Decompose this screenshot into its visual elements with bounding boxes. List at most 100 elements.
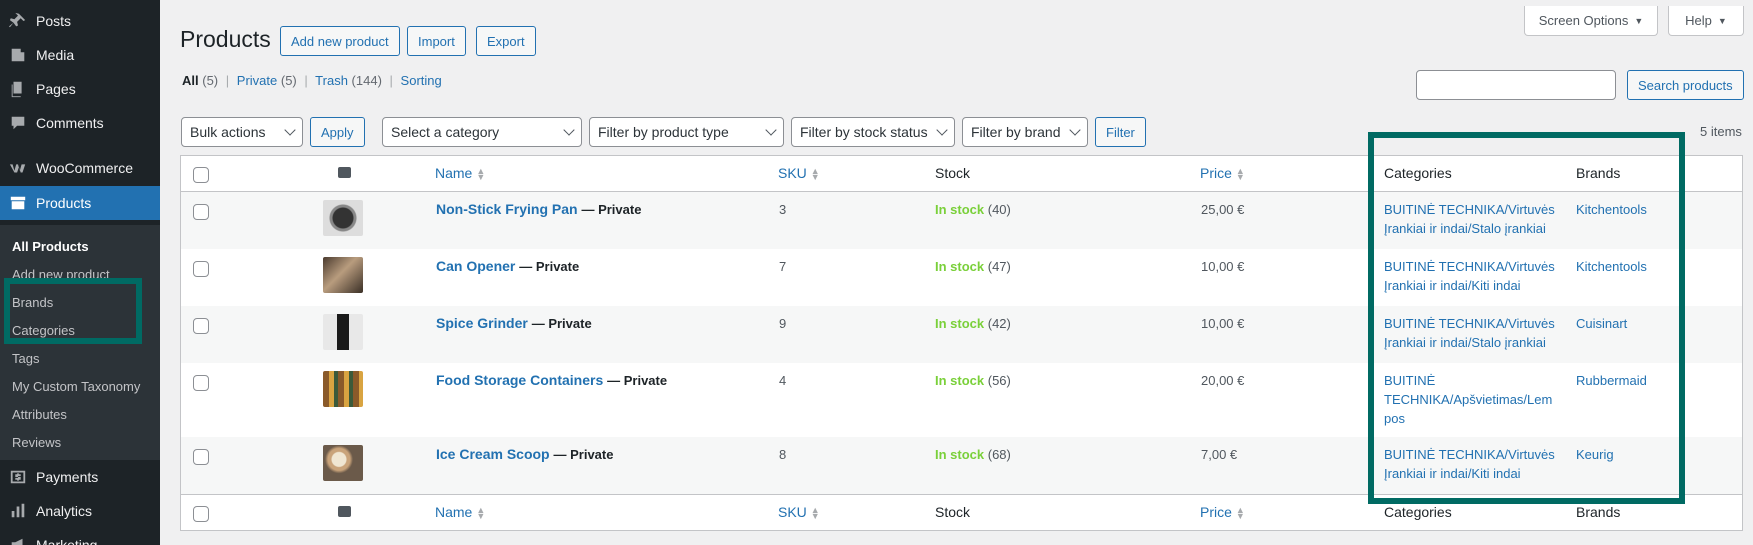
menu-comments[interactable]: Comments bbox=[0, 106, 160, 140]
sku-cell: 3 bbox=[779, 202, 787, 217]
stock-qty: (68) bbox=[987, 447, 1011, 462]
view-all-link[interactable]: All bbox=[182, 73, 199, 88]
chevron-down-icon bbox=[284, 124, 296, 136]
price-cell: 10,00 € bbox=[1201, 259, 1245, 274]
stock-cell: In stock (47) bbox=[935, 259, 1011, 274]
view-all-count: (5) bbox=[202, 73, 219, 88]
product-name-link[interactable]: Spice Grinder — Private bbox=[436, 315, 592, 331]
submenu-reviews[interactable]: Reviews bbox=[12, 435, 61, 450]
caret-down-icon: ▼ bbox=[1634, 15, 1644, 26]
product-thumbnail[interactable] bbox=[323, 371, 363, 407]
menu-pages[interactable]: Pages bbox=[0, 72, 160, 106]
stock-qty: (56) bbox=[987, 373, 1011, 388]
marketing-icon bbox=[0, 536, 36, 545]
annotation-box-columns bbox=[1368, 132, 1685, 504]
submenu-tags[interactable]: Tags bbox=[12, 351, 39, 366]
view-private-count: (5) bbox=[280, 73, 297, 88]
column-brands-footer: Brands bbox=[1576, 504, 1621, 520]
menu-media[interactable]: Media bbox=[0, 38, 160, 72]
product-thumbnail[interactable] bbox=[323, 314, 363, 350]
column-categories-footer: Categories bbox=[1384, 504, 1452, 520]
chevron-down-icon bbox=[936, 124, 948, 136]
menu-label: Marketing bbox=[36, 537, 98, 545]
menu-label: Posts bbox=[36, 13, 72, 29]
stock-status: In stock bbox=[935, 373, 985, 388]
column-sku-footer[interactable]: SKU ▲ ▼ bbox=[778, 504, 820, 521]
filter-button[interactable]: Filter bbox=[1095, 117, 1146, 147]
sku-cell: 4 bbox=[779, 373, 787, 388]
product-name-link[interactable]: Can Opener — Private bbox=[436, 258, 579, 274]
chevron-down-icon bbox=[1069, 124, 1081, 136]
menu-payments[interactable]: Payments bbox=[0, 460, 160, 494]
import-button[interactable]: Import bbox=[407, 26, 466, 56]
media-icon bbox=[0, 46, 36, 64]
chevron-down-icon bbox=[765, 124, 777, 136]
view-private-link[interactable]: Private bbox=[237, 73, 277, 88]
stock-status-select[interactable]: Filter by stock status bbox=[791, 117, 955, 147]
view-sorting-link[interactable]: Sorting bbox=[401, 73, 442, 88]
product-name-link[interactable]: Food Storage Containers — Private bbox=[436, 372, 667, 388]
product-type-select[interactable]: Filter by product type bbox=[589, 117, 784, 147]
submenu-attributes[interactable]: Attributes bbox=[12, 407, 67, 422]
product-name[interactable]: Spice Grinder bbox=[436, 315, 528, 331]
menu-marketing[interactable]: Marketing bbox=[0, 528, 160, 545]
annotation-box-sidebar bbox=[4, 278, 142, 344]
product-name[interactable]: Ice Cream Scoop bbox=[436, 446, 550, 462]
submenu-all-products[interactable]: All Products bbox=[12, 239, 89, 254]
view-trash-count: (144) bbox=[351, 73, 382, 88]
screen-options-button[interactable]: Screen Options ▼ bbox=[1524, 6, 1658, 36]
status-filter-links: All (5) | Private (5) | Trash (144) | So… bbox=[182, 73, 442, 88]
row-checkbox[interactable] bbox=[193, 204, 209, 220]
search-products-button[interactable]: Search products bbox=[1627, 70, 1744, 100]
woocommerce-icon bbox=[0, 159, 36, 177]
submenu-custom-taxonomy[interactable]: My Custom Taxonomy bbox=[12, 379, 140, 394]
product-name-link[interactable]: Non-Stick Frying Pan — Private bbox=[436, 201, 641, 217]
column-name-footer[interactable]: Name ▲ ▼ bbox=[435, 504, 485, 521]
product-name[interactable]: Non-Stick Frying Pan bbox=[436, 201, 578, 217]
column-price-header[interactable]: Price ▲ ▼ bbox=[1200, 165, 1245, 182]
select-all-checkbox-footer[interactable] bbox=[193, 506, 209, 522]
stock-cell: In stock (56) bbox=[935, 373, 1011, 388]
product-thumbnail[interactable] bbox=[323, 445, 363, 481]
row-checkbox[interactable] bbox=[193, 375, 209, 391]
menu-posts[interactable]: Posts bbox=[0, 4, 160, 38]
items-count: 5 items bbox=[1700, 124, 1742, 139]
product-type-value: Filter by product type bbox=[598, 124, 729, 140]
stock-cell: In stock (40) bbox=[935, 202, 1011, 217]
column-name-header[interactable]: Name ▲ ▼ bbox=[435, 165, 485, 182]
brand-value: Filter by brand bbox=[971, 124, 1061, 140]
row-checkbox[interactable] bbox=[193, 449, 209, 465]
product-name[interactable]: Food Storage Containers bbox=[436, 372, 603, 388]
product-name-link[interactable]: Ice Cream Scoop — Private bbox=[436, 446, 613, 462]
column-sku-header[interactable]: SKU ▲ ▼ bbox=[778, 165, 820, 182]
product-name[interactable]: Can Opener bbox=[436, 258, 515, 274]
stock-qty: (47) bbox=[987, 259, 1011, 274]
stock-status: In stock bbox=[935, 259, 985, 274]
stock-status: In stock bbox=[935, 202, 985, 217]
select-all-checkbox[interactable] bbox=[193, 167, 209, 183]
pages-icon bbox=[0, 80, 36, 98]
admin-sidebar: Posts Media Pages Comments WooCommerce P… bbox=[0, 0, 160, 545]
menu-label: Media bbox=[36, 47, 75, 63]
bulk-actions-select[interactable]: Bulk actions bbox=[181, 117, 303, 147]
row-checkbox[interactable] bbox=[193, 318, 209, 334]
menu-products[interactable]: Products bbox=[0, 186, 160, 220]
help-label: Help bbox=[1685, 13, 1712, 28]
help-button[interactable]: Help ▼ bbox=[1668, 6, 1744, 36]
chevron-down-icon bbox=[563, 124, 575, 136]
product-thumbnail[interactable] bbox=[323, 200, 363, 236]
column-price-footer[interactable]: Price ▲ ▼ bbox=[1200, 504, 1245, 521]
row-checkbox[interactable] bbox=[193, 261, 209, 277]
apply-button[interactable]: Apply bbox=[310, 117, 365, 147]
menu-analytics[interactable]: Analytics bbox=[0, 494, 160, 528]
price-cell: 20,00 € bbox=[1201, 373, 1245, 388]
brand-select[interactable]: Filter by brand bbox=[962, 117, 1088, 147]
menu-woocommerce[interactable]: WooCommerce bbox=[0, 151, 160, 185]
price-cell: 10,00 € bbox=[1201, 316, 1245, 331]
view-trash-link[interactable]: Trash bbox=[315, 73, 348, 88]
product-thumbnail[interactable] bbox=[323, 257, 363, 293]
search-input[interactable] bbox=[1416, 70, 1616, 100]
export-button[interactable]: Export bbox=[476, 26, 536, 56]
category-select[interactable]: Select a category bbox=[382, 117, 582, 147]
add-new-product-button[interactable]: Add new product bbox=[280, 26, 400, 56]
